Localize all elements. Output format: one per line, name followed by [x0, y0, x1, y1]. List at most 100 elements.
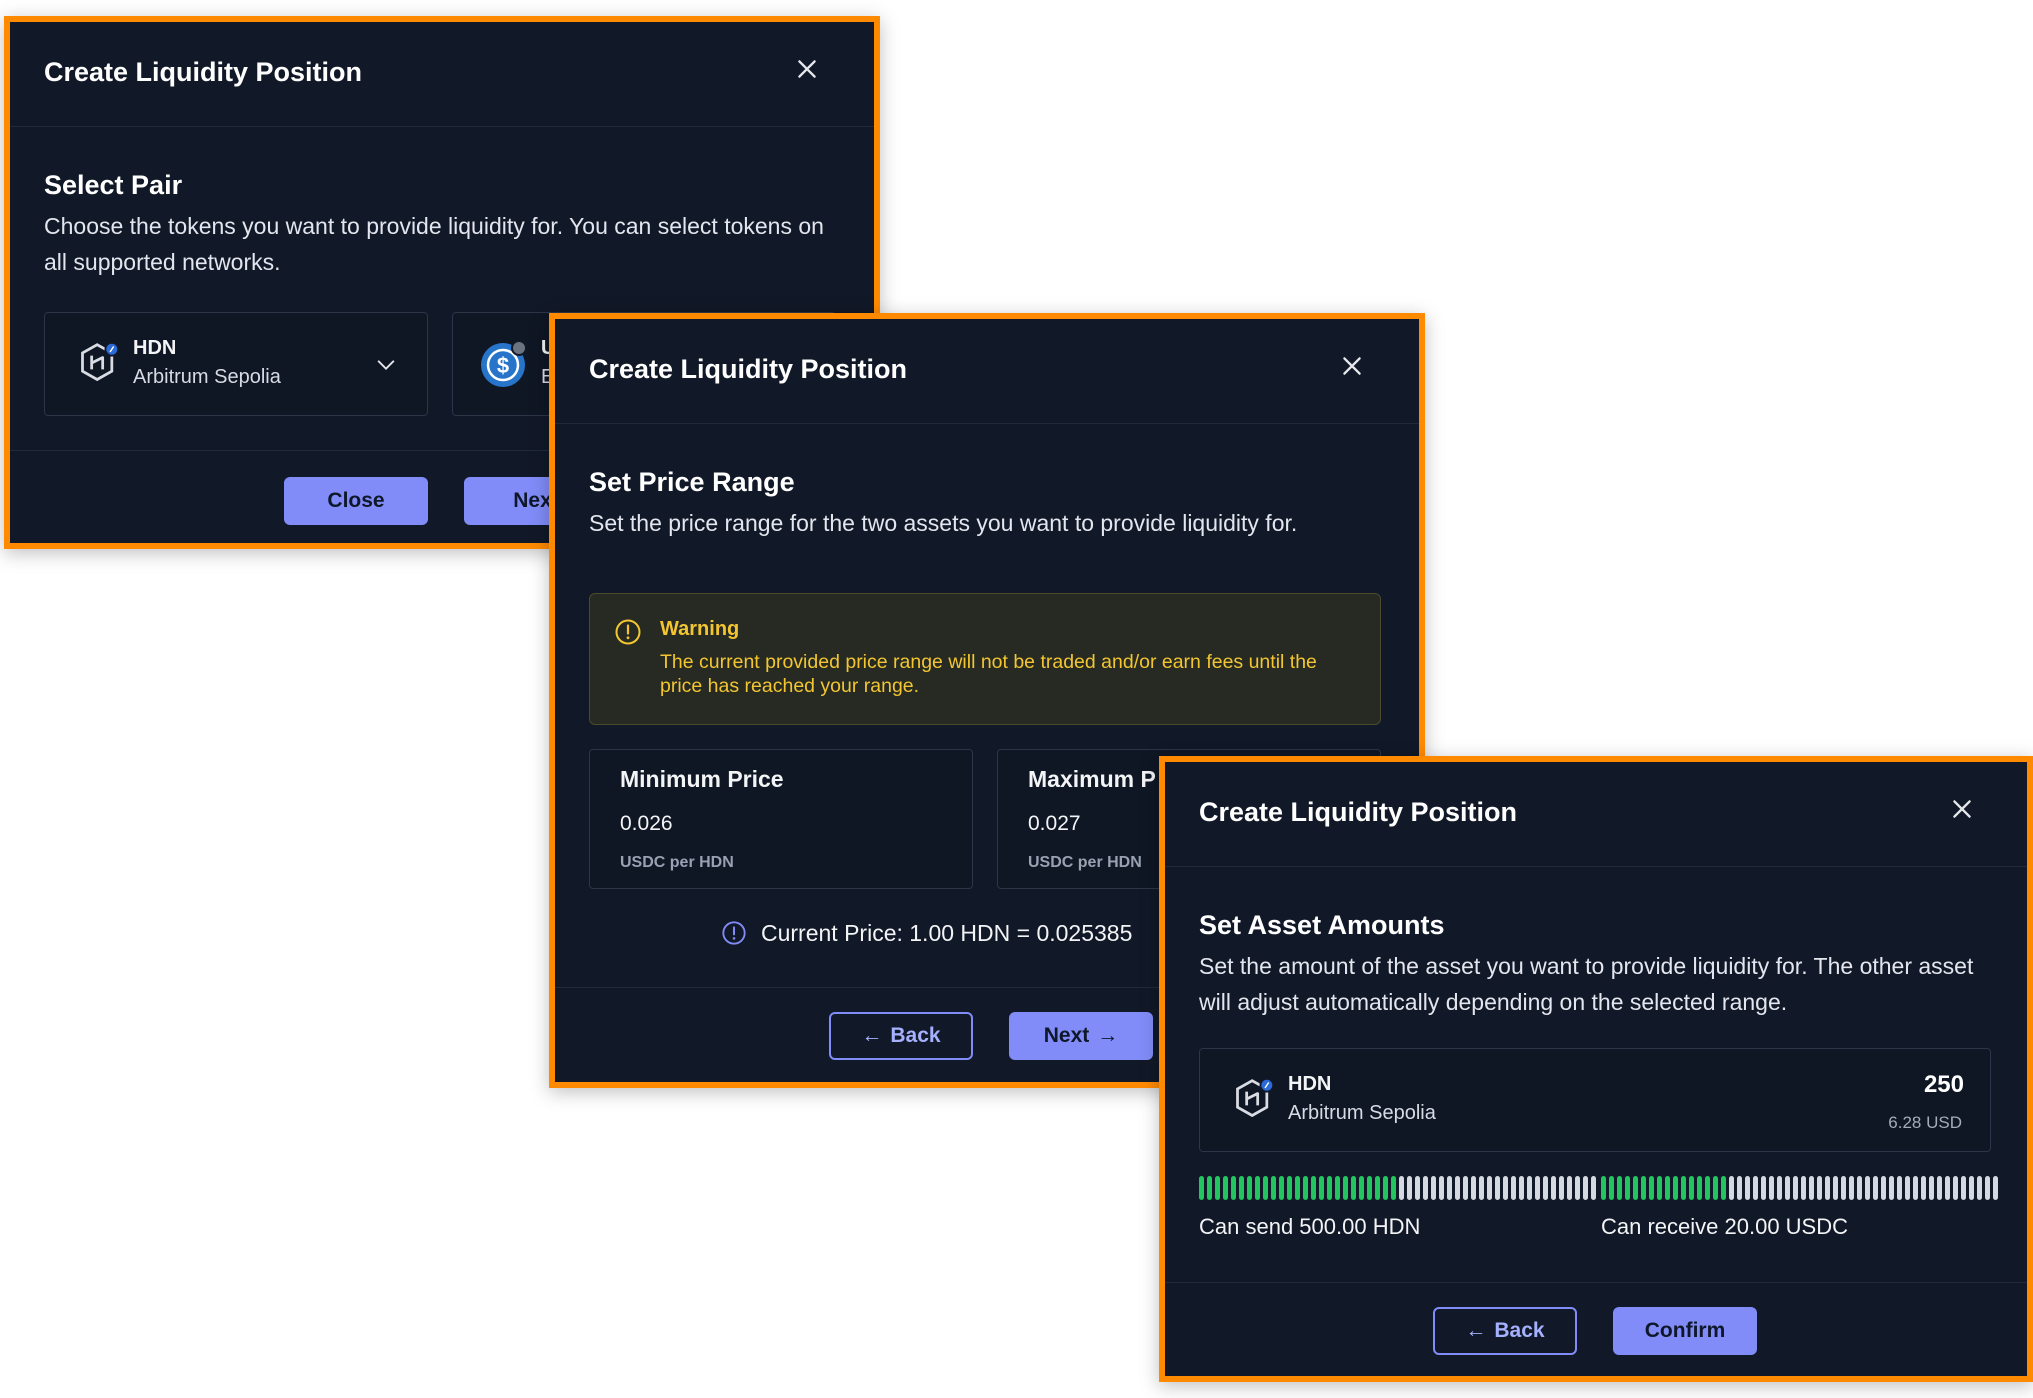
- bar-segment: [1969, 1176, 1974, 1200]
- bar-segment: [1761, 1176, 1766, 1200]
- close-button[interactable]: Close: [284, 477, 428, 525]
- bar-segment: [1753, 1176, 1758, 1200]
- bar-segment: [1601, 1176, 1606, 1200]
- price-value: 0.027: [1028, 812, 1081, 835]
- bar-segment: [1535, 1176, 1540, 1200]
- bar-segment: [1729, 1176, 1734, 1200]
- bar-segment: [1207, 1176, 1212, 1200]
- bar-segment: [1319, 1176, 1324, 1200]
- bar-segment: [1769, 1176, 1774, 1200]
- bar-segment: [1633, 1176, 1638, 1200]
- back-label: Back: [1494, 1319, 1545, 1342]
- bar-segment: [1559, 1176, 1564, 1200]
- bar-segment: [1543, 1176, 1548, 1200]
- bar-segment: [1817, 1176, 1822, 1200]
- bar-segment: [1873, 1176, 1878, 1200]
- section-description: Set the amount of the asset you want to …: [1199, 953, 1974, 1015]
- bar-segment: [1391, 1176, 1396, 1200]
- minimum-price-input[interactable]: Minimum Price 0.026 USDC per HDN: [589, 749, 973, 889]
- section-title: Set Price Range: [589, 467, 795, 497]
- modal-title: Create Liquidity Position: [1199, 797, 1518, 827]
- asset-amount-input[interactable]: HDN Arbitrum Sepolia 250 6.28 USD: [1199, 1048, 1991, 1152]
- bar-segment: [1487, 1176, 1492, 1200]
- bar-segment: [1953, 1176, 1958, 1200]
- bar-segment: [1897, 1176, 1902, 1200]
- bar-segment: [1455, 1176, 1460, 1200]
- bar-segment: [1583, 1176, 1588, 1200]
- price-label: Maximum P: [1028, 766, 1156, 792]
- bar-segment: [1745, 1176, 1750, 1200]
- next-label: Next: [1043, 1024, 1090, 1047]
- bar-segment: [1223, 1176, 1228, 1200]
- info-circle-icon: [722, 921, 746, 945]
- price-unit: USDC per HDN: [1028, 854, 1142, 871]
- warning-banner: Warning The current provided price range…: [589, 593, 1381, 725]
- token-network: Arbitrum Sepolia: [133, 366, 281, 388]
- bar-segment: [1575, 1176, 1580, 1200]
- bar-segment: [1495, 1176, 1500, 1200]
- modal-header: Create Liquidity Position: [10, 22, 874, 127]
- send-caption: Can send 500.00 HDN: [1199, 1214, 1421, 1239]
- bar-segment: [1681, 1176, 1686, 1200]
- usdc-token-icon: $: [481, 340, 527, 387]
- bar-segment: [1665, 1176, 1670, 1200]
- bar-segment: [1713, 1176, 1718, 1200]
- section-description: Choose the tokens you want to provide li…: [44, 213, 824, 275]
- token-a-select[interactable]: HDN Arbitrum Sepolia: [44, 312, 428, 416]
- bar-segment: [1689, 1176, 1694, 1200]
- arrow-left-icon: ←: [1465, 1319, 1487, 1342]
- bar-segment: [1519, 1176, 1524, 1200]
- next-button[interactable]: Next →: [1009, 1012, 1153, 1060]
- svg-text:$: $: [497, 353, 509, 378]
- bar-segment: [1977, 1176, 1982, 1200]
- bar-segment: [1857, 1176, 1862, 1200]
- bar-segment: [1609, 1176, 1614, 1200]
- price-value: 0.026: [620, 812, 673, 835]
- bar-segment: [1287, 1176, 1292, 1200]
- hdn-token-icon: [1236, 1077, 1275, 1118]
- bar-segment: [1617, 1176, 1622, 1200]
- bar-segment: [1865, 1176, 1870, 1200]
- bar-segment: [1785, 1176, 1790, 1200]
- bar-segment: [1567, 1176, 1572, 1200]
- bar-segment: [1399, 1176, 1404, 1200]
- token-symbol: HDN: [133, 337, 177, 359]
- close-icon[interactable]: [1339, 353, 1365, 379]
- bar-segment: [1551, 1176, 1556, 1200]
- bar-segment: [1697, 1176, 1702, 1200]
- bar-segment: [1849, 1176, 1854, 1200]
- bar-segment: [1993, 1176, 1998, 1200]
- bar-segment: [1937, 1176, 1942, 1200]
- back-button[interactable]: ← Back: [829, 1012, 973, 1060]
- close-icon[interactable]: [794, 56, 820, 82]
- modal-title: Create Liquidity Position: [589, 354, 908, 384]
- usd-value: 6.28 USD: [1888, 1113, 1962, 1132]
- modal-header: Create Liquidity Position: [555, 319, 1419, 424]
- send-capacity-bar: [1199, 1176, 1596, 1200]
- bar-segment: [1439, 1176, 1444, 1200]
- warning-circle-icon: [615, 619, 641, 645]
- bar-segment: [1351, 1176, 1356, 1200]
- bar-segment: [1359, 1176, 1364, 1200]
- back-button[interactable]: ← Back: [1433, 1307, 1577, 1355]
- bar-segment: [1961, 1176, 1966, 1200]
- bar-segment: [1343, 1176, 1348, 1200]
- bar-segment: [1375, 1176, 1380, 1200]
- confirm-button[interactable]: Confirm: [1613, 1307, 1757, 1355]
- bar-segment: [1625, 1176, 1630, 1200]
- bar-segment: [1247, 1176, 1252, 1200]
- bar-segment: [1889, 1176, 1894, 1200]
- bar-segment: [1737, 1176, 1742, 1200]
- bar-segment: [1641, 1176, 1646, 1200]
- bar-segment: [1383, 1176, 1388, 1200]
- bar-segment: [1447, 1176, 1452, 1200]
- bar-segment: [1649, 1176, 1654, 1200]
- warning-title: Warning: [660, 618, 740, 640]
- close-icon[interactable]: [1949, 796, 1975, 822]
- bar-segment: [1407, 1176, 1412, 1200]
- bar-segment: [1809, 1176, 1814, 1200]
- price-label: Minimum Price: [620, 766, 784, 792]
- current-price-row: Current Price: 1.00 HDN = 0.025385: [721, 917, 1132, 949]
- bar-segment: [1295, 1176, 1300, 1200]
- section-title: Select Pair: [44, 170, 183, 200]
